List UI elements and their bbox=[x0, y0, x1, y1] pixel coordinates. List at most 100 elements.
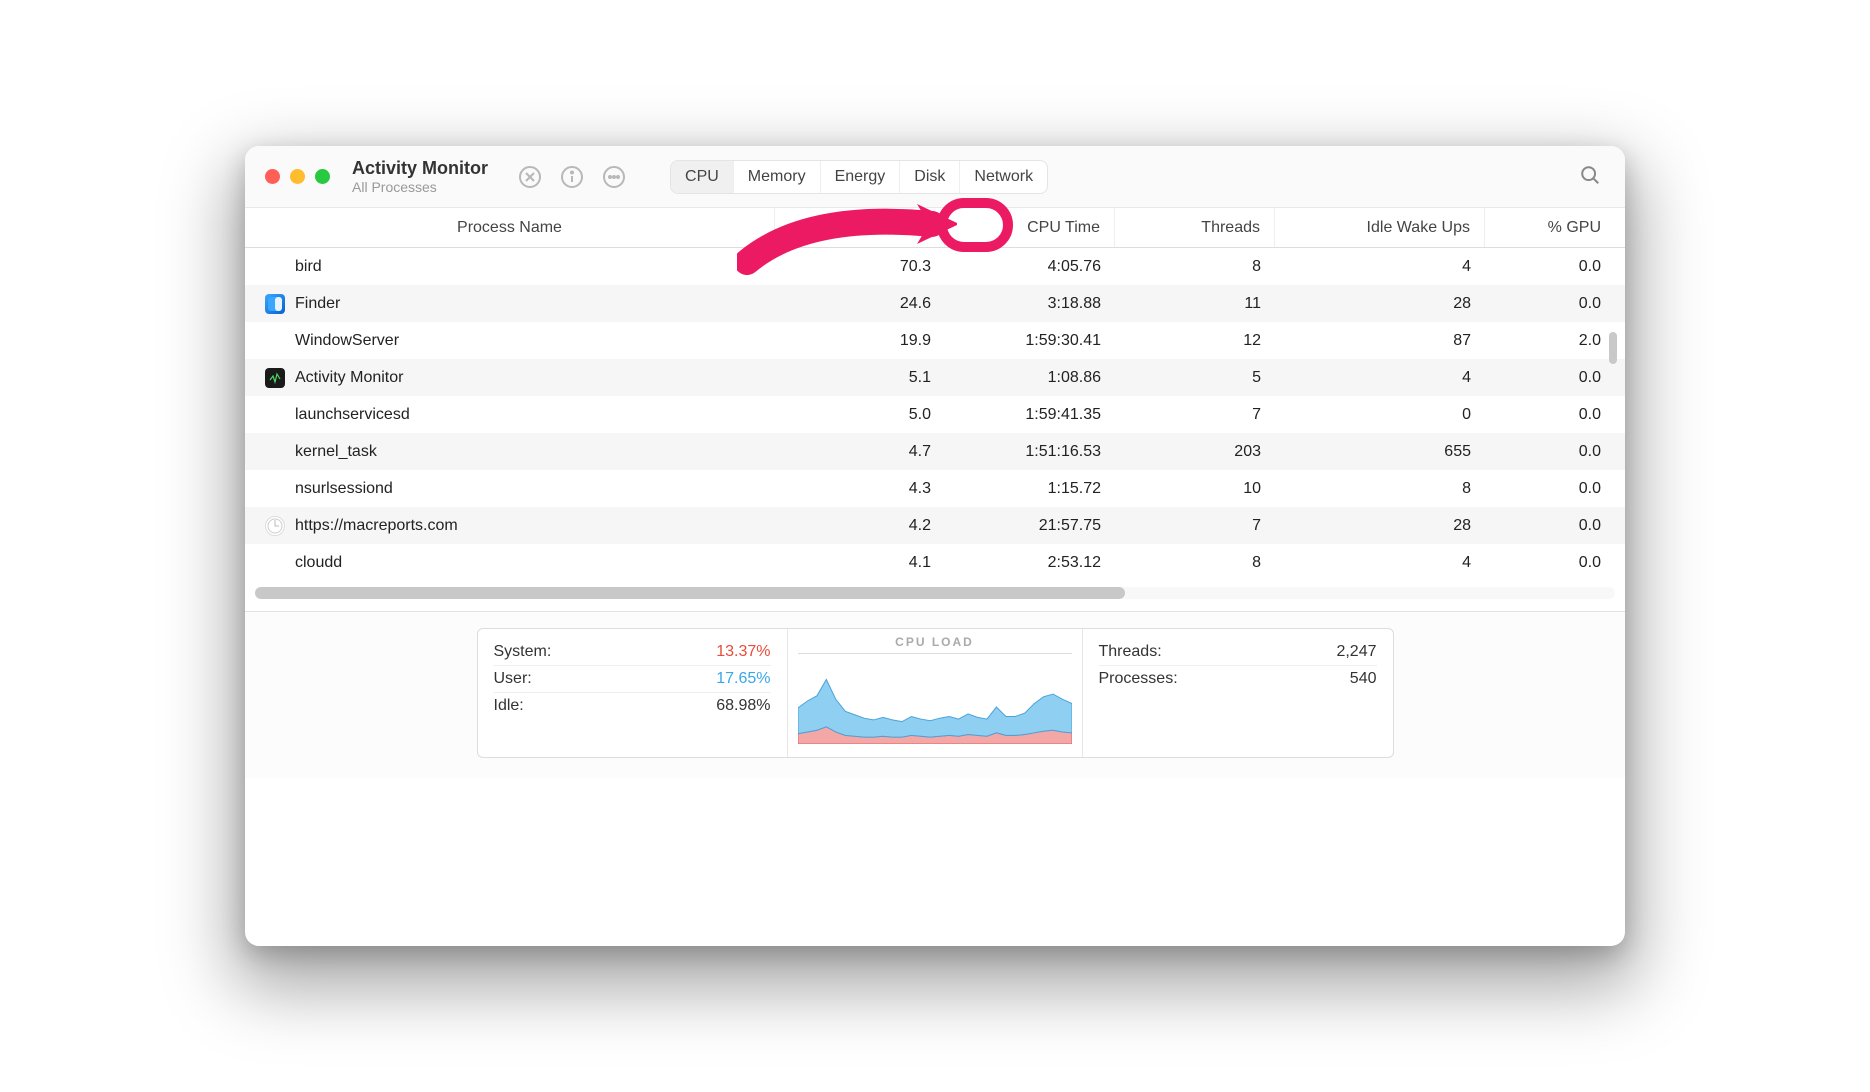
blank-icon bbox=[265, 479, 285, 499]
col-gpu[interactable]: % GPU bbox=[1485, 208, 1615, 247]
cell-process-name: cloudd bbox=[245, 553, 775, 573]
col-process-name[interactable]: Process Name bbox=[245, 208, 775, 247]
cell-gpu: 0.0 bbox=[1485, 517, 1615, 535]
cell-cpu: 5.1 bbox=[775, 369, 945, 387]
col-label: Threads bbox=[1201, 219, 1260, 237]
process-name-text: Finder bbox=[295, 295, 340, 313]
scroll-thumb[interactable] bbox=[1609, 332, 1617, 364]
cell-process-name: bird bbox=[245, 257, 775, 277]
col-label: % GPU bbox=[1548, 219, 1601, 237]
table-row[interactable]: cloudd4.12:53.12840.0 bbox=[245, 544, 1625, 581]
cell-gpu: 0.0 bbox=[1485, 480, 1615, 498]
info-icon[interactable] bbox=[560, 165, 584, 189]
summary-threads-row: Threads: 2,247 bbox=[1099, 639, 1377, 666]
user-value: 17.65% bbox=[716, 670, 770, 688]
tab-disk[interactable]: Disk bbox=[900, 161, 960, 193]
cell-time: 1:08.86 bbox=[945, 369, 1115, 387]
table-row[interactable]: kernel_task4.71:51:16.532036550.0 bbox=[245, 433, 1625, 470]
cell-gpu: 0.0 bbox=[1485, 554, 1615, 572]
threads-value: 2,247 bbox=[1336, 643, 1376, 661]
activity-monitor-icon bbox=[265, 368, 285, 388]
cell-threads: 7 bbox=[1115, 517, 1275, 535]
cell-gpu: 0.0 bbox=[1485, 295, 1615, 313]
table-row[interactable]: Finder24.63:18.8811280.0 bbox=[245, 285, 1625, 322]
cell-time: 21:57.75 bbox=[945, 517, 1115, 535]
process-table: bird70.34:05.76840.0Finder24.63:18.88112… bbox=[245, 248, 1625, 581]
table-row[interactable]: https://macreports.com4.221:57.757280.0 bbox=[245, 507, 1625, 544]
tab-cpu[interactable]: CPU bbox=[671, 161, 734, 193]
cell-time: 1:59:41.35 bbox=[945, 406, 1115, 424]
cell-cpu: 19.9 bbox=[775, 332, 945, 350]
cpu-load-chart: CPU LOAD bbox=[788, 629, 1083, 757]
blank-icon bbox=[265, 553, 285, 573]
cell-process-name: Finder bbox=[245, 294, 775, 314]
webpage-icon bbox=[265, 516, 285, 536]
cell-process-name: kernel_task bbox=[245, 442, 775, 462]
col-label: Idle Wake Ups bbox=[1367, 219, 1470, 237]
processes-label: Processes: bbox=[1099, 670, 1178, 688]
summary-user-row: User: 17.65% bbox=[494, 666, 771, 693]
col-cpu-time[interactable]: CPU Time bbox=[945, 208, 1115, 247]
idle-value: 68.98% bbox=[716, 697, 770, 715]
col-threads[interactable]: Threads bbox=[1115, 208, 1275, 247]
cell-threads: 203 bbox=[1115, 443, 1275, 461]
table-row[interactable]: Activity Monitor5.11:08.86540.0 bbox=[245, 359, 1625, 396]
cell-process-name: Activity Monitor bbox=[245, 368, 775, 388]
cell-wakeups: 28 bbox=[1275, 295, 1485, 313]
summary-idle-row: Idle: 68.98% bbox=[494, 693, 771, 719]
hscroll-thumb[interactable] bbox=[255, 587, 1125, 599]
title-group: Activity Monitor All Processes bbox=[352, 158, 488, 195]
col-cpu[interactable]: % CPU⌄ bbox=[775, 208, 945, 247]
blank-icon bbox=[265, 331, 285, 351]
summary-cpu-stats: System: 13.37% User: 17.65% Idle: 68.98% bbox=[478, 629, 788, 757]
blank-icon bbox=[265, 442, 285, 462]
process-name-text: cloudd bbox=[295, 554, 342, 572]
process-name-text: Activity Monitor bbox=[295, 369, 403, 387]
minimize-button[interactable] bbox=[290, 169, 305, 184]
tab-memory[interactable]: Memory bbox=[734, 161, 821, 193]
cell-wakeups: 0 bbox=[1275, 406, 1485, 424]
vertical-scrollbar[interactable] bbox=[1609, 332, 1619, 364]
cell-threads: 8 bbox=[1115, 554, 1275, 572]
maximize-button[interactable] bbox=[315, 169, 330, 184]
cell-wakeups: 28 bbox=[1275, 517, 1485, 535]
sort-desc-icon: ⌄ bbox=[920, 221, 930, 235]
stop-process-icon[interactable] bbox=[518, 165, 542, 189]
cell-gpu: 0.0 bbox=[1485, 406, 1615, 424]
summary-counts: Threads: 2,247 Processes: 540 bbox=[1083, 629, 1393, 757]
chart-title: CPU LOAD bbox=[798, 635, 1072, 654]
col-label: CPU Time bbox=[1027, 219, 1100, 237]
cell-cpu: 4.7 bbox=[775, 443, 945, 461]
tab-network[interactable]: Network bbox=[960, 161, 1047, 193]
table-row[interactable]: nsurlsessiond4.31:15.721080.0 bbox=[245, 470, 1625, 507]
more-options-icon[interactable] bbox=[602, 165, 626, 189]
blank-icon bbox=[265, 257, 285, 277]
table-row[interactable]: WindowServer19.91:59:30.4112872.0 bbox=[245, 322, 1625, 359]
cell-threads: 12 bbox=[1115, 332, 1275, 350]
cell-time: 4:05.76 bbox=[945, 258, 1115, 276]
cell-process-name: launchservicesd bbox=[245, 405, 775, 425]
col-wakeups[interactable]: Idle Wake Ups bbox=[1275, 208, 1485, 247]
table-row[interactable]: launchservicesd5.01:59:41.35700.0 bbox=[245, 396, 1625, 433]
cell-cpu: 4.3 bbox=[775, 480, 945, 498]
search-icon[interactable] bbox=[1579, 164, 1601, 191]
cell-wakeups: 8 bbox=[1275, 480, 1485, 498]
cell-threads: 8 bbox=[1115, 258, 1275, 276]
processes-value: 540 bbox=[1350, 670, 1377, 688]
horizontal-scrollbar[interactable] bbox=[255, 587, 1615, 601]
traffic-lights bbox=[265, 169, 330, 184]
cpu-load-sparkline bbox=[798, 658, 1072, 744]
tab-energy[interactable]: Energy bbox=[821, 161, 901, 193]
cell-threads: 7 bbox=[1115, 406, 1275, 424]
cell-cpu: 70.3 bbox=[775, 258, 945, 276]
cell-process-name: https://macreports.com bbox=[245, 516, 775, 536]
system-label: System: bbox=[494, 643, 552, 661]
close-button[interactable] bbox=[265, 169, 280, 184]
cell-time: 3:18.88 bbox=[945, 295, 1115, 313]
cell-cpu: 4.1 bbox=[775, 554, 945, 572]
table-row[interactable]: bird70.34:05.76840.0 bbox=[245, 248, 1625, 285]
cell-wakeups: 4 bbox=[1275, 369, 1485, 387]
cell-time: 1:51:16.53 bbox=[945, 443, 1115, 461]
idle-label: Idle: bbox=[494, 697, 524, 715]
cell-time: 2:53.12 bbox=[945, 554, 1115, 572]
